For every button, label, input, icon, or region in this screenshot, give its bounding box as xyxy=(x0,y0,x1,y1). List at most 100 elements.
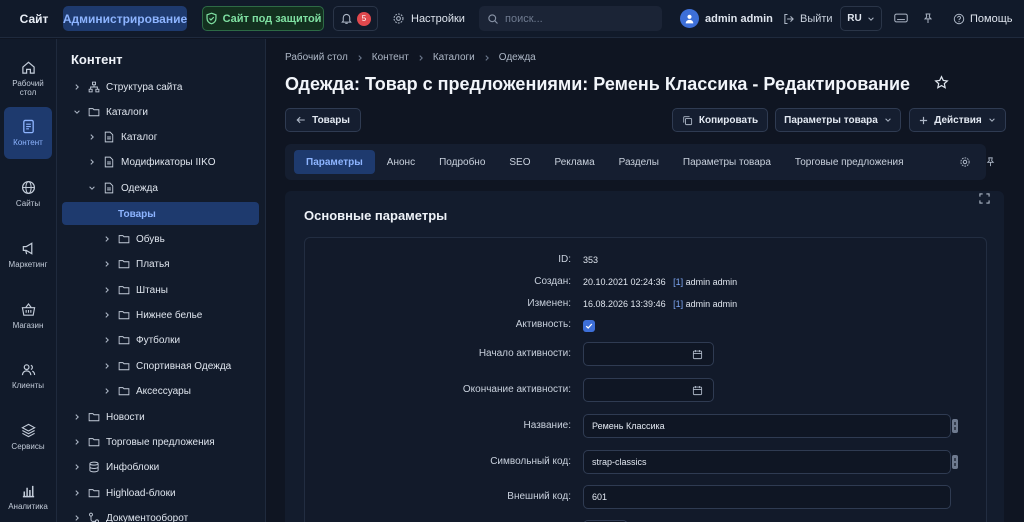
tree-item-catalogs[interactable]: Каталоги xyxy=(72,101,148,123)
external-code-field[interactable] xyxy=(583,485,951,509)
tree-selection-highlight xyxy=(62,202,259,225)
rail-item-content[interactable]: Контент xyxy=(4,107,52,159)
tree-item-iiko-modifiers[interactable]: Модификаторы IIKO xyxy=(87,151,216,173)
tab-trade-offers[interactable]: Торговые предложения xyxy=(783,150,916,174)
keyboard-icon[interactable] xyxy=(894,12,908,24)
tab-advertising[interactable]: Реклама xyxy=(543,150,607,174)
translit-link-icon[interactable] xyxy=(952,419,958,433)
tree-item-trade-offers[interactable]: Торговые предложения xyxy=(72,431,215,453)
external-code-input[interactable] xyxy=(592,492,942,502)
tree-item-label: Модификаторы IIKO xyxy=(121,156,216,168)
active-to-field[interactable] xyxy=(583,378,714,402)
search-box[interactable] xyxy=(479,6,662,31)
tree-item-infoblocks[interactable]: Инфоблоки xyxy=(72,456,159,478)
rail-item-clients[interactable]: Клиенты xyxy=(4,350,52,402)
created-user: admin admin xyxy=(685,277,738,287)
language-select[interactable]: RU xyxy=(840,6,882,31)
admin-button[interactable]: Администрирование xyxy=(63,6,187,31)
breadcrumb-item-catalogs[interactable]: Каталоги xyxy=(433,52,475,63)
translit-link-icon[interactable] xyxy=(952,455,958,469)
folder-icon xyxy=(88,436,100,448)
tree-item-label: Документооборот xyxy=(106,512,189,522)
breadcrumb-item-desktop[interactable]: Рабочий стол xyxy=(285,52,348,63)
tab-sections[interactable]: Разделы xyxy=(607,150,671,174)
chevron-right-icon xyxy=(72,463,82,471)
breadcrumb-item-clothes[interactable]: Одежда xyxy=(499,52,536,63)
product-params-button[interactable]: Параметры товара xyxy=(775,108,901,132)
gear-icon[interactable] xyxy=(959,156,971,168)
folder-icon xyxy=(118,284,130,296)
tree-item-sportswear[interactable]: Спортивная Одежда xyxy=(102,355,231,377)
tree-item-label: Платья xyxy=(136,258,170,270)
active-from-field[interactable] xyxy=(583,342,714,366)
tab-product-params[interactable]: Параметры товара xyxy=(671,150,783,174)
tree-item-tshirts[interactable]: Футболки xyxy=(102,329,180,351)
breadcrumb-item-content[interactable]: Контент xyxy=(372,52,409,63)
actions-button[interactable]: Действия xyxy=(909,108,1006,132)
workflow-icon xyxy=(88,512,100,522)
tree-item-underwear[interactable]: Нижнее белье xyxy=(102,304,202,326)
main-content: Рабочий стол Контент Каталоги Одежда Оде… xyxy=(266,39,1024,522)
tree-item-dresses[interactable]: Платья xyxy=(102,253,170,275)
rail-item-sites[interactable]: Сайты xyxy=(4,168,52,220)
rail-item-desktop[interactable]: Рабочий стол xyxy=(4,52,52,104)
rail-item-services[interactable]: Сервисы xyxy=(4,411,52,463)
chevron-down-icon xyxy=(988,116,996,124)
name-field[interactable] xyxy=(583,414,951,438)
copy-button[interactable]: Копировать xyxy=(672,108,768,132)
chevron-right-icon xyxy=(87,158,97,166)
tree-item-catalog[interactable]: Каталог xyxy=(87,126,157,148)
logout-button[interactable]: Выйти xyxy=(783,6,833,31)
tree-item-pants[interactable]: Штаны xyxy=(102,279,168,301)
created-value: 20.10.2021 02:24:36 [1] admin admin xyxy=(583,277,737,287)
folder-icon xyxy=(118,309,130,321)
chevron-right-icon xyxy=(102,235,112,243)
tab-parameters[interactable]: Параметры xyxy=(294,150,375,174)
calendar-icon[interactable] xyxy=(692,349,703,360)
code-label: Символьный код: xyxy=(490,456,571,467)
tab-seo[interactable]: SEO xyxy=(497,150,542,174)
tree-item-accessories[interactable]: Аксессуары xyxy=(102,380,191,402)
modified-user-id-link[interactable]: [1] xyxy=(673,299,683,309)
modified-user: admin admin xyxy=(685,299,738,309)
active-checkbox[interactable] xyxy=(583,320,595,332)
rail-item-shop[interactable]: Магазин xyxy=(4,290,52,342)
tree-item-highload[interactable]: Highload-блоки xyxy=(72,482,176,504)
search-input[interactable] xyxy=(505,12,655,25)
pin-icon[interactable] xyxy=(922,12,934,25)
name-input[interactable] xyxy=(592,421,942,431)
rail-item-analytics[interactable]: Аналитика xyxy=(4,471,52,522)
tree-item-site-structure[interactable]: Структура сайта xyxy=(72,76,182,98)
settings-button[interactable]: Настройки xyxy=(392,6,465,31)
code-field[interactable] xyxy=(583,450,951,474)
users-icon xyxy=(21,362,36,377)
tree-item-products[interactable]: Товары xyxy=(118,203,156,225)
tree-item-docflow[interactable]: Документооборот xyxy=(72,507,188,522)
tab-details[interactable]: Подробно xyxy=(427,150,497,174)
calendar-icon[interactable] xyxy=(692,385,703,396)
user-menu[interactable]: admin admin xyxy=(680,6,773,31)
tree-item-shoes[interactable]: Обувь xyxy=(102,228,165,250)
expand-icon[interactable] xyxy=(979,193,990,204)
pin-icon[interactable] xyxy=(985,156,996,168)
site-protected-button[interactable]: Сайт под защитой xyxy=(202,6,324,31)
created-user-id-link[interactable]: [1] xyxy=(673,277,683,287)
settings-label: Настройки xyxy=(411,12,465,25)
main-nav-rail: Рабочий стол Контент Сайты Маркетинг Маг… xyxy=(0,39,57,522)
rail-item-marketing[interactable]: Маркетинг xyxy=(4,229,52,281)
site-button[interactable]: Сайт xyxy=(10,6,58,31)
star-icon[interactable] xyxy=(934,75,949,90)
chevron-down-icon xyxy=(867,15,875,23)
sitemap-icon xyxy=(88,81,100,93)
rail-item-label: Аналитика xyxy=(8,502,48,511)
tree-item-clothes[interactable]: Одежда xyxy=(87,177,158,199)
help-button[interactable]: Помощь xyxy=(953,6,1013,31)
form-panel: ID: 353 Создан: 20.10.2021 02:24:36 [1] … xyxy=(304,237,987,522)
notifications-button[interactable]: 5 xyxy=(333,6,378,31)
search-icon xyxy=(487,13,499,25)
back-button[interactable]: Товары xyxy=(285,108,361,132)
code-input[interactable] xyxy=(592,457,942,467)
tab-announcement[interactable]: Анонс xyxy=(375,150,427,174)
main-params-card: Основные параметры ID: 353 Создан: 20.10… xyxy=(285,191,1004,522)
tree-item-news[interactable]: Новости xyxy=(72,406,145,428)
